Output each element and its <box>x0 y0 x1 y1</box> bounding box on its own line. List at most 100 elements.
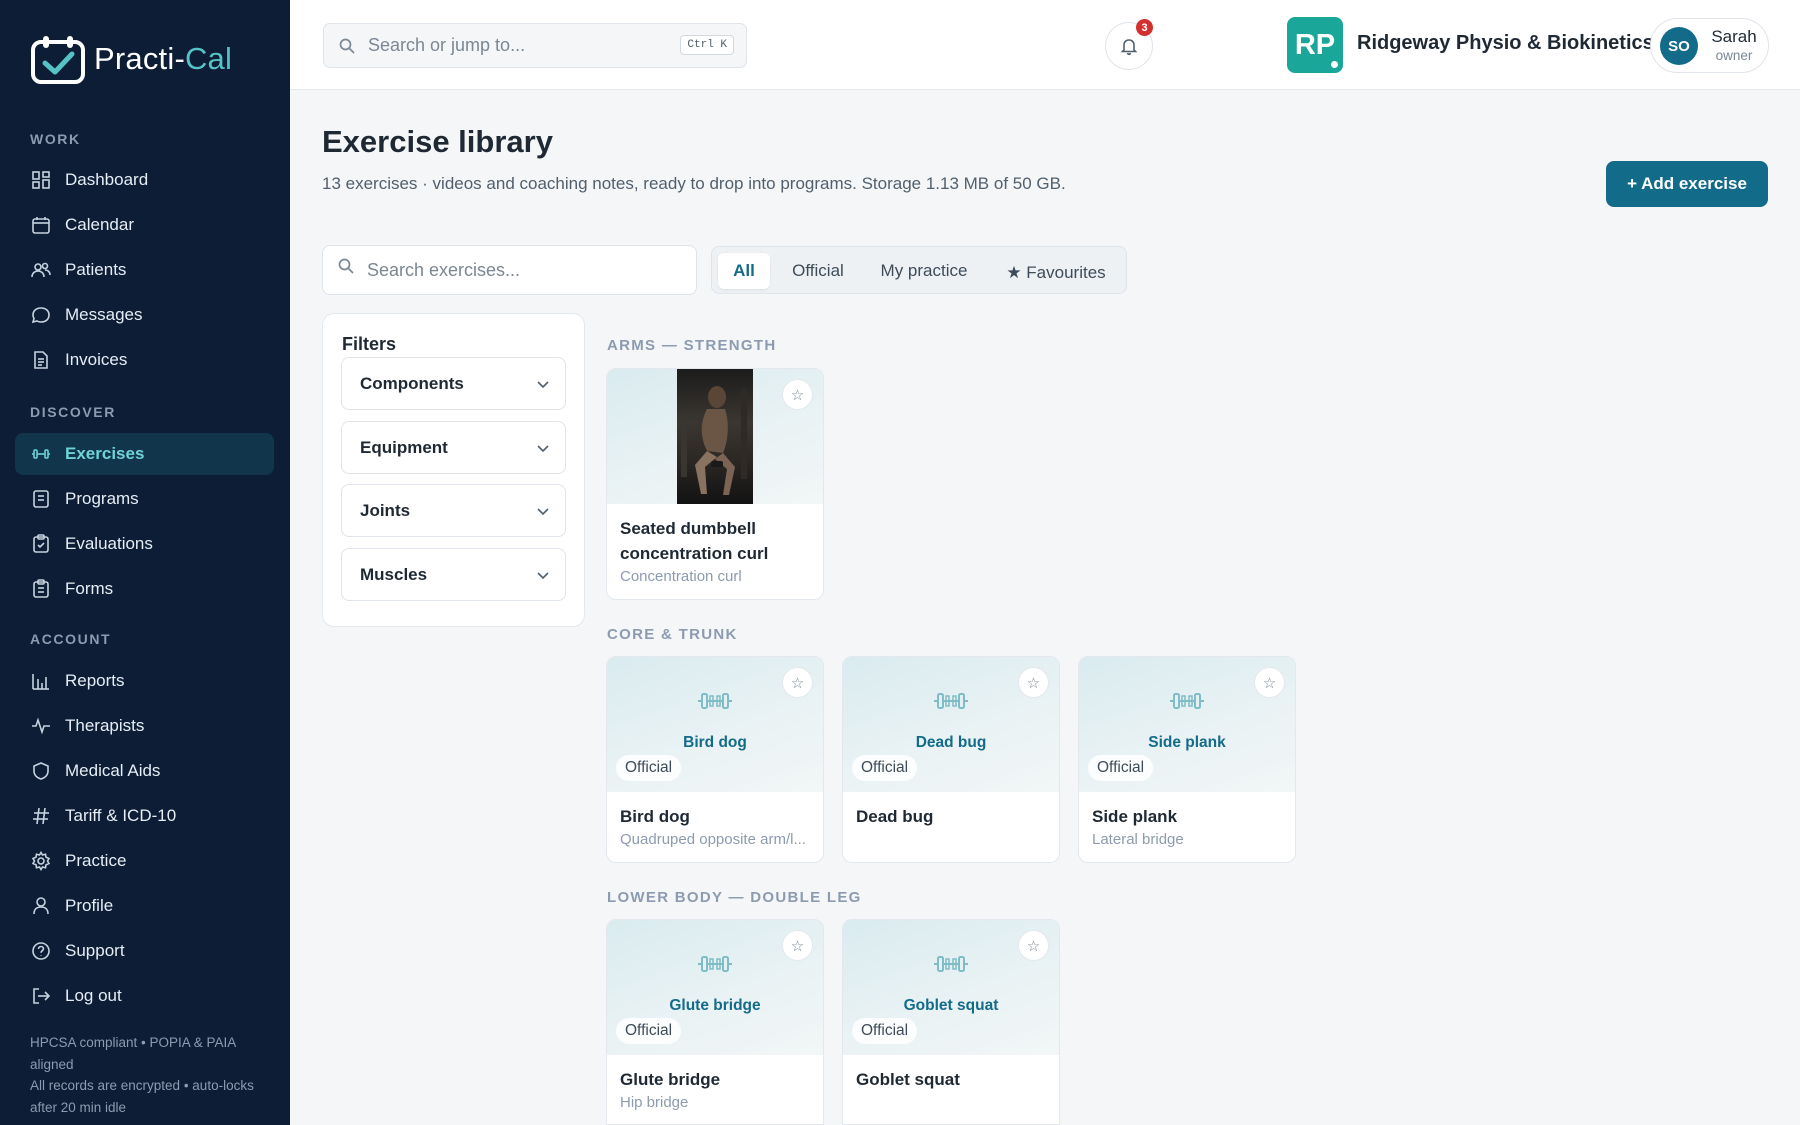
thumbnail-label: Goblet squat <box>903 997 999 1014</box>
category-heading: ARMS — STRENGTH <box>607 337 777 354</box>
user-name: Sarah <box>1711 27 1757 46</box>
sidebar-item-calendar[interactable]: Calendar <box>15 204 274 246</box>
favourite-star-button[interactable]: ☆ <box>782 930 813 961</box>
exercise-thumbnail: Goblet squat Official ☆ <box>843 920 1059 1055</box>
dumbbell-icon <box>698 693 732 709</box>
filter-components[interactable]: Components <box>341 357 566 410</box>
nav-section-discover: DISCOVER <box>30 404 116 420</box>
sidebar-item-label: Programs <box>65 489 139 508</box>
sidebar-item-tariff[interactable]: Tariff & ICD-10 <box>15 795 274 837</box>
clipboard-list-icon <box>30 578 52 600</box>
exercise-search-input[interactable] <box>367 259 667 281</box>
sidebar-item-label: Practice <box>65 851 127 870</box>
sidebar-item-label: Log out <box>65 986 122 1005</box>
activity-pulse-icon <box>30 715 52 737</box>
filters-panel: Filters Components Equipment Joints Musc… <box>322 313 585 627</box>
exercise-card[interactable]: Side plank Official ☆ Side plank Lateral… <box>1078 656 1296 863</box>
sidebar-item-label: Therapists <box>65 716 145 735</box>
exercise-card[interactable]: ☆ Seated dumbbell concentration curl Con… <box>606 368 824 600</box>
user-menu[interactable]: SO Sarah owner <box>1650 18 1769 73</box>
search-icon <box>339 38 355 54</box>
sidebar-item-label: Reports <box>65 671 125 690</box>
sidebar-item-label: Invoices <box>65 350 128 369</box>
sidebar-item-practice[interactable]: Practice <box>15 840 274 882</box>
favourite-star-button[interactable]: ☆ <box>1018 667 1049 698</box>
sidebar-item-exercises[interactable]: Exercises <box>15 433 274 475</box>
category-heading: CORE & TRUNK <box>607 626 738 643</box>
filter-equipment[interactable]: Equipment <box>341 421 566 474</box>
avatar: SO <box>1660 27 1698 65</box>
chevron-down-icon <box>537 445 549 453</box>
card-subtitle: Lateral bridge <box>1092 831 1184 848</box>
sidebar-item-forms[interactable]: Forms <box>15 568 274 610</box>
exercise-card[interactable]: Goblet squat Official ☆ Goblet squat <box>842 919 1060 1125</box>
brand-name: Practi-Cal <box>94 41 233 76</box>
sidebar-item-support[interactable]: Support <box>15 930 274 972</box>
sidebar-item-therapists[interactable]: Therapists <box>15 705 274 747</box>
add-exercise-button[interactable]: + Add exercise <box>1606 161 1768 207</box>
filters-title: Filters <box>342 334 397 354</box>
official-badge: Official <box>1088 755 1154 781</box>
thumbnail-label: Dead bug <box>915 734 987 751</box>
chat-bubble-icon <box>30 304 52 326</box>
sidebar-item-evaluations[interactable]: Evaluations <box>15 523 274 565</box>
sidebar-item-label: Medical Aids <box>65 761 161 780</box>
sidebar-item-dashboard[interactable]: Dashboard <box>15 159 274 201</box>
favourite-star-button[interactable]: ☆ <box>782 379 813 410</box>
dumbbell-icon <box>934 693 968 709</box>
card-body: Seated dumbbell concentration curl Conce… <box>607 504 823 599</box>
global-search[interactable]: Ctrl K <box>323 23 747 68</box>
tab-favourites[interactable]: ★ Favourites <box>994 255 1118 291</box>
sidebar-item-label: Calendar <box>65 215 134 234</box>
favourite-star-button[interactable]: ☆ <box>782 667 813 698</box>
card-body: Dead bug <box>843 792 1059 843</box>
page-subtitle: 13 exercises · videos and coaching notes… <box>322 174 1066 193</box>
sidebar-item-log-out[interactable]: Log out <box>15 975 274 1017</box>
user-icon <box>30 895 52 917</box>
sidebar-item-label: Exercises <box>65 444 145 463</box>
sidebar-item-reports[interactable]: Reports <box>15 660 274 702</box>
card-title: Glute bridge <box>620 1070 721 1089</box>
clipboard-check-icon <box>30 533 52 555</box>
card-title: Side plank <box>1092 807 1178 826</box>
users-icon <box>30 259 52 281</box>
sidebar-item-messages[interactable]: Messages <box>15 294 274 336</box>
practice-logo[interactable]: RP <box>1287 17 1343 73</box>
exercise-thumbnail: ☆ <box>607 369 823 504</box>
global-search-input[interactable] <box>368 35 668 56</box>
page-title: Exercise library <box>322 124 553 159</box>
practice-name[interactable]: Ridgeway Physio & Biokinetics <box>1357 32 1654 55</box>
top-bar: Ctrl K 3 RP Ridgeway Physio & Biokinetic… <box>290 0 1800 90</box>
tab-all[interactable]: All <box>718 253 770 289</box>
document-icon <box>30 349 52 371</box>
card-title: Seated dumbbell concentration curl <box>620 519 769 563</box>
filter-joints[interactable]: Joints <box>341 484 566 537</box>
tab-official[interactable]: Official <box>778 253 858 289</box>
sidebar-item-invoices[interactable]: Invoices <box>15 339 274 381</box>
favourite-star-button[interactable]: ☆ <box>1254 667 1285 698</box>
calendar-icon <box>30 214 52 236</box>
exercise-thumbnail: Bird dog Official ☆ <box>607 657 823 792</box>
sidebar-item-programs[interactable]: Programs <box>15 478 274 520</box>
favourite-star-button[interactable]: ☆ <box>1018 930 1049 961</box>
tab-my-practice[interactable]: My practice <box>864 253 984 289</box>
sidebar-item-patients[interactable]: Patients <box>15 249 274 291</box>
exercise-card[interactable]: Dead bug Official ☆ Dead bug <box>842 656 1060 863</box>
calendar-check-icon <box>30 34 86 84</box>
card-subtitle: Quadruped opposite arm/l... <box>620 831 806 848</box>
filter-muscles[interactable]: Muscles <box>341 548 566 601</box>
notification-badge: 3 <box>1136 19 1153 36</box>
card-body: Side plank Lateral bridge <box>1079 792 1295 862</box>
brand-logo[interactable]: Practi-Cal <box>30 34 232 84</box>
exercise-card[interactable]: Bird dog Official ☆ Bird dog Quadruped o… <box>606 656 824 863</box>
sidebar-item-profile[interactable]: Profile <box>15 885 274 927</box>
list-box-icon <box>30 488 52 510</box>
dumbbell-icon <box>934 956 968 972</box>
help-circle-icon <box>30 940 52 962</box>
bar-chart-icon <box>30 670 52 692</box>
exercise-search[interactable] <box>322 245 697 295</box>
exercise-card[interactable]: Glute bridge Official ☆ Glute bridge Hip… <box>606 919 824 1125</box>
sidebar-item-medical-aids[interactable]: Medical Aids <box>15 750 274 792</box>
source-tabs: All Official My practice ★ Favourites <box>711 246 1127 294</box>
dumbbell-icon <box>30 443 52 465</box>
